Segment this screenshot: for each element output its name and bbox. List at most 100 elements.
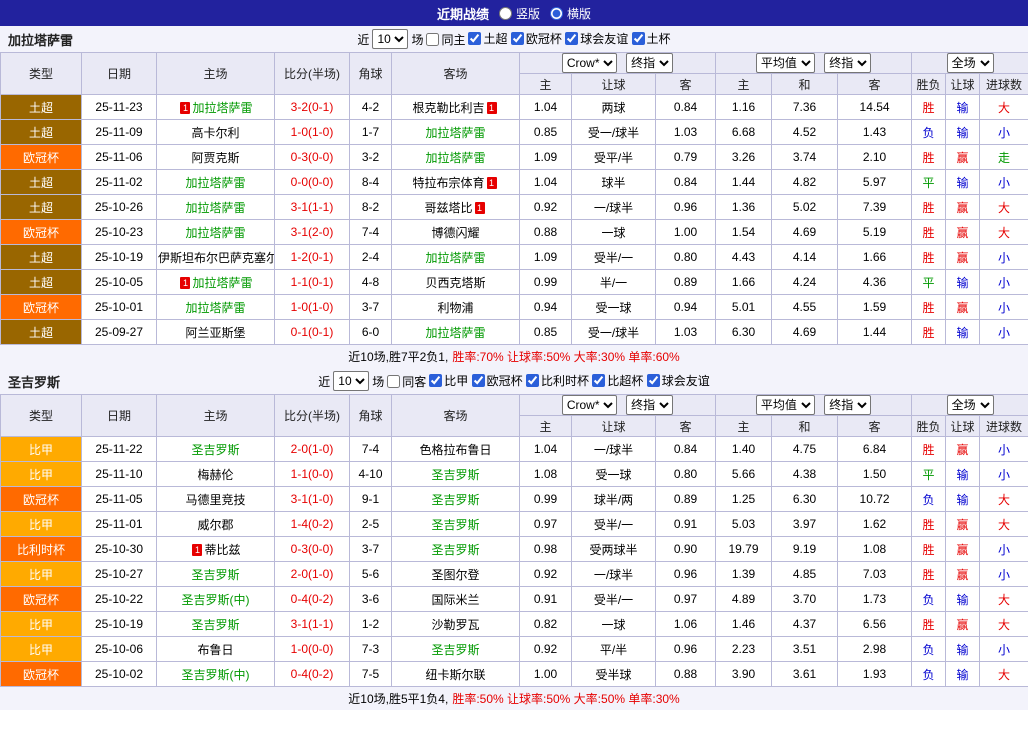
- same-venue-label: 同主: [441, 32, 466, 47]
- away-team[interactable]: 贝西克塔斯: [425, 276, 485, 290]
- home-odds-cell: 0.92: [519, 194, 572, 220]
- away-team[interactable]: 特拉布宗体育: [412, 176, 484, 190]
- competition-checkbox-input[interactable]: [510, 32, 524, 45]
- home-team[interactable]: 加拉塔萨雷: [192, 276, 252, 290]
- competition-checkbox[interactable]: 球会友谊: [646, 372, 710, 389]
- horizontal-radio-label: 横版: [567, 6, 592, 21]
- home-team[interactable]: 马德里竞技: [185, 493, 245, 507]
- date-cell: 25-11-06: [81, 144, 157, 170]
- competition-checkbox[interactable]: 球会友谊: [565, 30, 628, 47]
- competition-checkbox[interactable]: 比利时杯: [526, 372, 589, 389]
- recent-count-select[interactable]: 10: [333, 371, 370, 391]
- competition-checkbox-input[interactable]: [565, 32, 579, 45]
- home-team[interactable]: 高卡尔利: [191, 126, 239, 140]
- away-team[interactable]: 博德闪耀: [431, 226, 479, 240]
- same-venue-checkbox[interactable]: 同主: [426, 31, 465, 48]
- date-cell: 25-11-23: [81, 94, 157, 120]
- competition-checkbox[interactable]: 土超: [468, 30, 507, 47]
- home-team[interactable]: 阿兰亚斯堡: [185, 326, 245, 340]
- home-odds-cell: 0.92: [519, 636, 572, 662]
- competition-checkbox-input[interactable]: [468, 32, 482, 45]
- competition-checkbox[interactable]: 土杯: [631, 30, 671, 47]
- away-team[interactable]: 圣吉罗斯: [431, 518, 479, 532]
- competition-checkbox[interactable]: 欧冠杯: [510, 30, 562, 47]
- competition-checkbox[interactable]: 比甲: [429, 372, 468, 389]
- away-team[interactable]: 纽卡斯尔联: [425, 668, 485, 682]
- home-team[interactable]: 布鲁日: [197, 643, 233, 657]
- final-index-select[interactable]: 终指: [626, 53, 674, 73]
- home-team[interactable]: 圣吉罗斯: [191, 618, 239, 632]
- handicap-cell: 一球: [571, 219, 656, 245]
- sub-away-avg: 客: [837, 73, 913, 95]
- vertical-radio-input[interactable]: [498, 6, 512, 20]
- away-team[interactable]: 加拉塔萨雷: [425, 326, 485, 340]
- final-index-select[interactable]: 终指: [626, 395, 674, 415]
- horizontal-radio-input[interactable]: [550, 6, 563, 20]
- final-index-select2[interactable]: 终指: [824, 395, 872, 415]
- away-team[interactable]: 色格拉布鲁日: [419, 443, 491, 457]
- competition-checkbox-input[interactable]: [526, 374, 540, 387]
- full-match-select[interactable]: 全场: [946, 53, 994, 73]
- competition-checkbox-input[interactable]: [631, 32, 645, 45]
- home-team[interactable]: 伊斯坦布尔巴萨克塞尔: [158, 251, 274, 265]
- home-team[interactable]: 圣吉罗斯: [191, 443, 239, 457]
- final-index-select2[interactable]: 终指: [824, 53, 872, 73]
- home-team[interactable]: 梅赫伦: [197, 468, 233, 482]
- competition-checkbox[interactable]: 欧冠杯: [471, 372, 523, 389]
- away-team[interactable]: 国际米兰: [431, 593, 479, 607]
- away-team[interactable]: 圣吉罗斯: [431, 493, 479, 507]
- away-team[interactable]: 圣吉罗斯: [431, 643, 479, 657]
- away-team[interactable]: 圣图尔登: [431, 568, 479, 582]
- away-team[interactable]: 沙勒罗瓦: [431, 618, 479, 632]
- home-team[interactable]: 加拉塔萨雷: [185, 176, 245, 190]
- home-team[interactable]: 圣吉罗斯: [191, 568, 239, 582]
- away-team[interactable]: 根克勒比利吉: [412, 101, 484, 115]
- home-team[interactable]: 蒂比兹: [204, 543, 240, 557]
- average-select[interactable]: 平均值: [755, 395, 815, 415]
- avg-home-cell: 4.43: [715, 244, 773, 270]
- away-odds-cell: 1.06: [654, 611, 717, 637]
- home-team[interactable]: 圣吉罗斯(中): [182, 668, 250, 682]
- same-venue-checkbox-input[interactable]: [387, 374, 401, 388]
- competition-checkbox-input[interactable]: [471, 374, 485, 387]
- home-team[interactable]: 圣吉罗斯(中): [182, 593, 250, 607]
- sub-home-odds: 主: [519, 73, 572, 95]
- away-team[interactable]: 利物浦: [437, 301, 473, 315]
- crown-company-select[interactable]: Crow*: [561, 53, 617, 73]
- away-team[interactable]: 加拉塔萨雷: [425, 151, 485, 165]
- avg-away-cell: 1.50: [837, 461, 913, 487]
- away-team[interactable]: 加拉塔萨雷: [425, 126, 485, 140]
- home-team[interactable]: 阿贾克斯: [191, 151, 239, 165]
- competition-checkbox-input[interactable]: [592, 374, 606, 387]
- full-match-select[interactable]: 全场: [946, 395, 994, 415]
- home-team-cell: 圣吉罗斯(中): [156, 661, 275, 687]
- away-team[interactable]: 圣吉罗斯: [431, 468, 479, 482]
- competition-checkbox-input[interactable]: [429, 374, 443, 387]
- average-select[interactable]: 平均值: [755, 53, 815, 73]
- same-venue-checkbox-input[interactable]: [426, 32, 440, 46]
- away-odds-cell: 0.89: [654, 269, 717, 295]
- recent-count-select[interactable]: 10: [372, 29, 409, 49]
- home-team-cell: 1 加拉塔萨雷: [156, 269, 275, 295]
- section-header-union: 圣吉罗斯 近 10 场 同客 比甲 欧冠杯 比利时杯 比超杯 球会友谊: [0, 368, 1028, 394]
- home-team[interactable]: 加拉塔萨雷: [185, 226, 245, 240]
- layout-vertical-radio[interactable]: 竖版: [498, 5, 540, 22]
- home-team[interactable]: 加拉塔萨雷: [185, 301, 245, 315]
- away-odds-cell: 0.88: [654, 661, 717, 687]
- crown-company-select[interactable]: Crow*: [561, 395, 617, 415]
- handicap-cell: 受半/一: [571, 586, 656, 612]
- home-team[interactable]: 加拉塔萨雷: [185, 201, 245, 215]
- competition-checkbox-input[interactable]: [646, 374, 660, 387]
- home-team[interactable]: 加拉塔萨雷: [192, 101, 252, 115]
- handicap-cell: 受一/球半: [571, 319, 656, 345]
- competition-checkbox[interactable]: 比超杯: [592, 372, 643, 389]
- goals-result-cell: 大: [979, 94, 1028, 120]
- home-team[interactable]: 威尔郡: [197, 518, 233, 532]
- away-team[interactable]: 哥兹塔比: [424, 201, 472, 215]
- layout-horizontal-radio[interactable]: 横版: [550, 5, 591, 22]
- same-venue-checkbox[interactable]: 同客: [387, 373, 426, 390]
- away-team[interactable]: 加拉塔萨雷: [425, 251, 485, 265]
- goals-result-cell: 小: [979, 244, 1028, 270]
- away-team[interactable]: 圣吉罗斯: [431, 543, 479, 557]
- avg-draw-cell: 4.24: [771, 269, 839, 295]
